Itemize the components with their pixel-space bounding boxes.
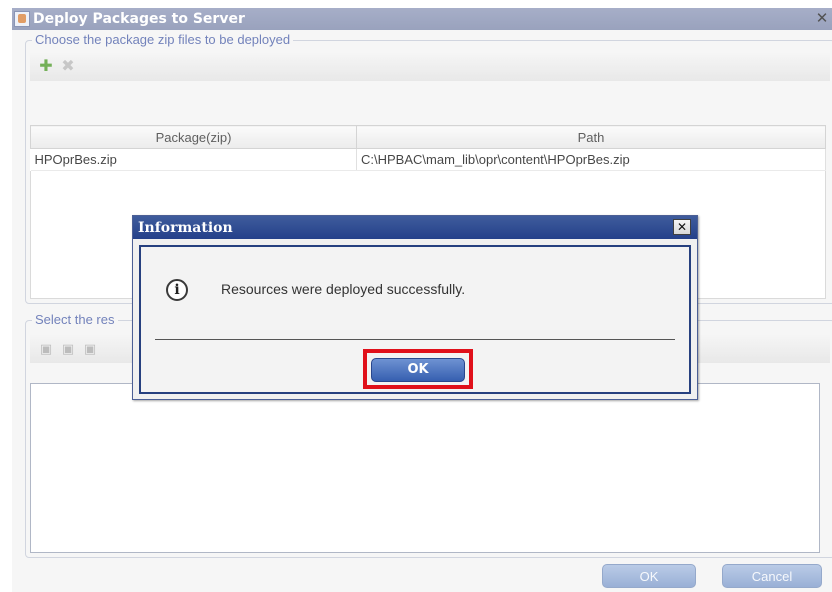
dialog-content: i Resources were deployed successfully. …	[139, 245, 691, 394]
info-icon: i	[166, 279, 188, 301]
dialog-message: Resources were deployed successfully.	[221, 281, 466, 297]
dialog-title: Information	[138, 220, 233, 236]
ok-button-highlight: OK	[363, 349, 473, 389]
dialog-titlebar: Information ✕	[133, 216, 697, 239]
dialog-close-button[interactable]: ✕	[673, 219, 691, 235]
dialog-separator	[155, 339, 675, 340]
information-dialog: Information ✕ i Resources were deployed …	[132, 215, 698, 400]
dialog-ok-button[interactable]: OK	[371, 358, 465, 382]
